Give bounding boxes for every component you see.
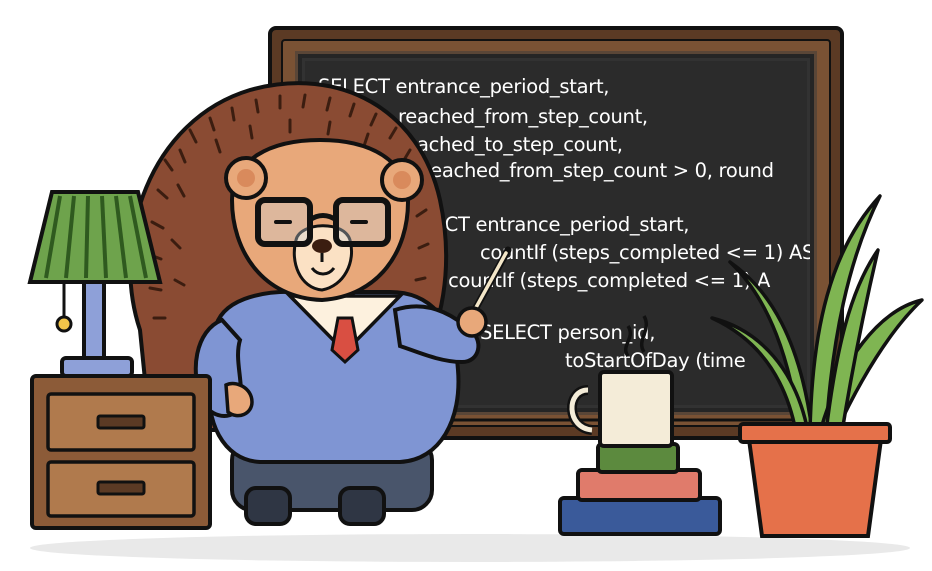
illustration-canvas: SELECT entrance_period_start, reached_fr…	[27, 26, 924, 562]
nightstand-icon	[30, 374, 212, 530]
code-line-1: SELECT entrance_period_start,	[318, 75, 609, 98]
ground-shadow	[30, 534, 910, 562]
code-line-4: if (reached_from_step_count > 0, round	[398, 159, 774, 182]
code-line-7: from countIf (steps_completed <= 1) A	[398, 269, 771, 292]
code-line-9: toStartOfDay (time	[565, 349, 745, 372]
book-stack-icon	[558, 442, 722, 536]
code-line-6: countIf (steps_completed <= 1) AS	[480, 241, 814, 264]
illustration-scene: SELECT entrance_period_start, reached_fr…	[0, 0, 932, 571]
code-line-3: reached_to_step_count,	[398, 133, 623, 156]
code-line-2: reached_from_step_count,	[398, 105, 648, 128]
